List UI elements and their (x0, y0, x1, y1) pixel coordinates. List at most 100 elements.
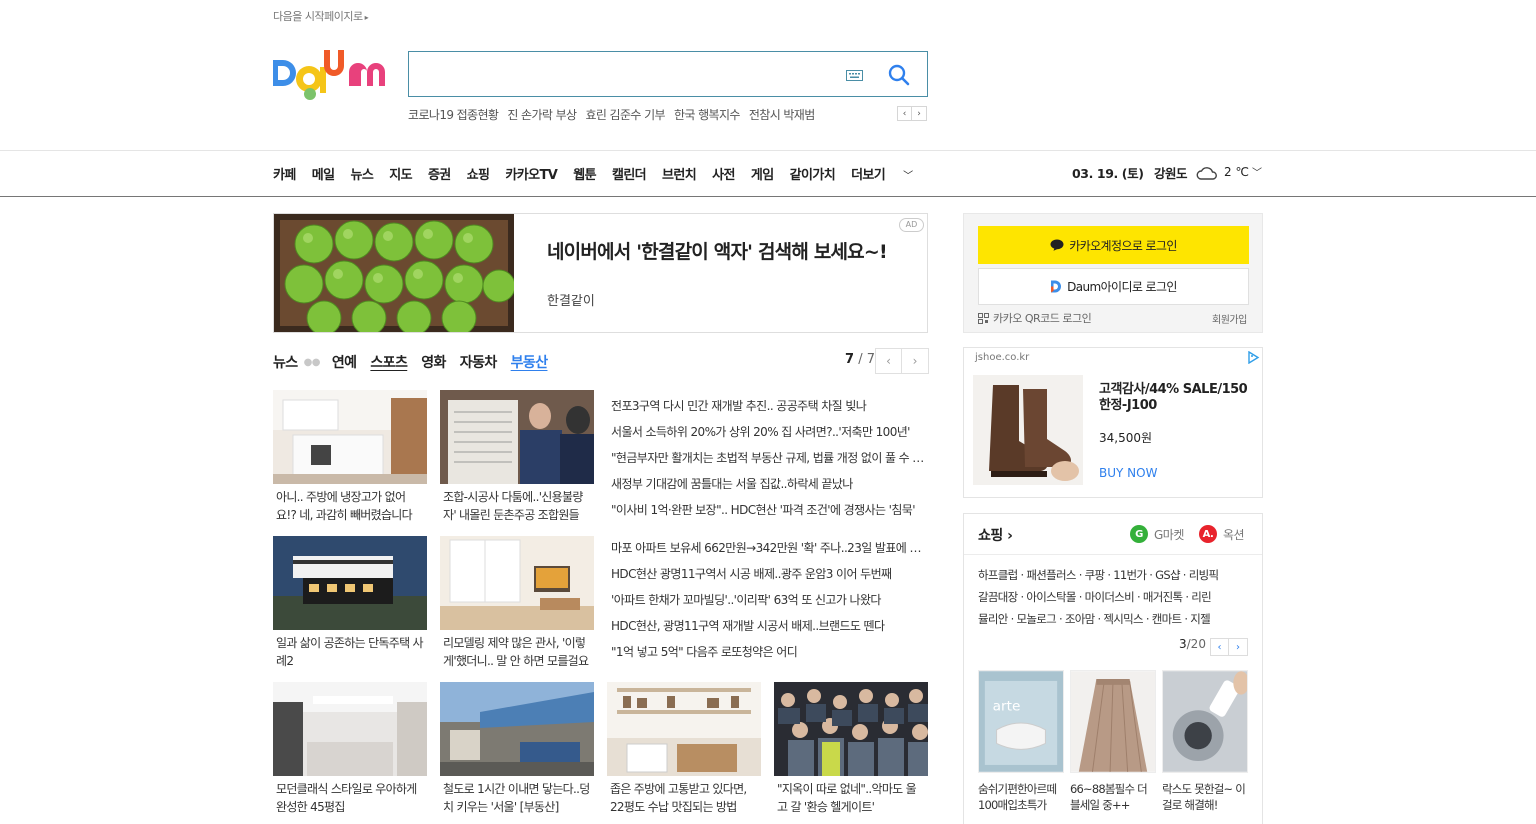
product-image-drain (1162, 670, 1249, 773)
headline-link[interactable]: 서울서 소득하위 20%가 상위 20% 집 사려면?..'저축만 100년' (611, 419, 927, 445)
nav-stock[interactable]: 증권 (428, 164, 451, 183)
news-card[interactable]: 조합-시공사 다툼에..'신용불량자' 내몰린 둔촌주공 조합원들 (440, 390, 594, 524)
buy-now-link[interactable]: BUY NOW (1099, 466, 1157, 480)
shopping-pager: 3/20 (1179, 637, 1206, 651)
headline-link[interactable]: "1억 넣고 5억" 다음주 로또청약은 어디 (611, 639, 927, 665)
shop-link-row[interactable]: 하프클럽 · 패션플러스 · 쿠팡 · 11번가 · GS샵 · 리빙픽 (978, 564, 1253, 586)
nav-more[interactable]: 더보기 ﹀ (851, 164, 929, 183)
nav-calendar[interactable]: 캘린더 (612, 164, 647, 183)
nav-webtoon[interactable]: 웹툰 (573, 164, 596, 183)
divider (0, 196, 1536, 197)
ad-image-apples (274, 214, 514, 332)
news-card[interactable]: 철도로 1시간 이내면 닿는다..덩치 키우는 '서울' [부동산] (440, 682, 594, 816)
chevron-left-icon[interactable]: ‹ (875, 348, 902, 374)
daum-logo[interactable] (273, 50, 391, 100)
daum-logo-icon (273, 50, 385, 100)
trending-keyword[interactable]: 효린 김준수 기부 (585, 108, 665, 122)
nav-shopping[interactable]: 쇼핑 (467, 164, 490, 183)
chevron-down-icon[interactable]: ﹀ (1252, 164, 1262, 179)
tab-entertainment[interactable]: 연예 (332, 352, 357, 372)
daum-login-button[interactable]: Daum아이디로 로그인 (978, 268, 1249, 305)
headline-link[interactable]: "현금부자만 활개치는 초법적 부동산 규제, 법률 개정 없이 풀 수 있다" (611, 445, 927, 471)
shop-link-row[interactable]: 뮬리안 · 모놀로그 · 조아맘 · 젝시믹스 · 캔마트 · 지젤 (978, 608, 1253, 630)
chevron-right-icon[interactable]: › (912, 106, 927, 121)
nav-dictionary[interactable]: 사전 (712, 164, 735, 183)
trending-nav: ‹ › (897, 106, 927, 121)
tab-movie[interactable]: 영화 (421, 352, 446, 372)
shop-link-row[interactable]: 갈끔대장 · 아이스탁몰 · 마이더스비 · 매거진톡 · 리린 (978, 586, 1253, 608)
shopping-product[interactable]: 락스도 못한걸~ 이걸로 해결해! (1162, 670, 1249, 813)
news-tabs: 뉴스 ●● 연예 스포츠 영화 자동차 부동산 (273, 352, 561, 372)
nav-game[interactable]: 게임 (751, 164, 774, 183)
search-input[interactable] (421, 62, 831, 86)
nav-brunch[interactable]: 브런치 (662, 164, 697, 183)
tab-realestate[interactable]: 부동산 (511, 352, 548, 372)
nav-mail[interactable]: 메일 (312, 164, 335, 183)
ad-badge: AD (899, 218, 924, 232)
triangle-right-icon: ▸ (364, 13, 369, 22)
product-ad[interactable]: jshoe.co.kr 고객감사/44% SALE/150한정-J100 34,… (963, 347, 1263, 498)
chevron-left-icon[interactable]: ‹ (897, 106, 912, 121)
product-price: 34,500원 (1099, 431, 1153, 445)
headline-link[interactable]: HDC현산 광명11구역서 시공 배제..광주 운암3 이어 두번째 (611, 561, 927, 587)
search-icon[interactable] (887, 63, 911, 87)
nav-kakaotv[interactable]: 카카오TV (505, 164, 557, 183)
trending-keyword[interactable]: 전참시 박재범 (749, 108, 815, 122)
news-card[interactable]: 모던클래식 스타일로 우아하게 완성한 45평집 (273, 682, 427, 816)
speech-bubble-icon (1050, 239, 1064, 251)
shopping-box: 쇼핑 › G G마켓 A. 옥션 하프클럽 · 패션플러스 · 쿠팡 · 11번가 … (963, 513, 1263, 824)
news-thumbnail (607, 682, 761, 776)
shopping-product[interactable]: arte 숨쉬기편한아르떼100매입초특가 (978, 670, 1064, 813)
headline-link[interactable]: 마포 아파트 보유세 662만원→342만원 '확' 주나..23일 발표에 촉… (611, 535, 927, 561)
headline-link[interactable]: 전포3구역 다시 민간 재개발 추진.. 공공주택 차질 빚나 (611, 393, 927, 419)
gmarket-link[interactable]: G G마켓 (1130, 525, 1184, 543)
news-card[interactable]: 좁은 주방에 고통받고 있다면, 22평도 수납 맛집되는 방법 (607, 682, 761, 816)
adchoices-icon[interactable] (1247, 351, 1260, 364)
trending-keyword[interactable]: 코로나19 접종현황 (408, 108, 499, 122)
headline-link[interactable]: "이사비 1억·완판 보장".. HDC현산 '파격 조건'에 경쟁사는 '침묵… (611, 497, 927, 523)
headline-link[interactable]: '아파트 한채가 꼬마빌딩'..'이리팍' 63억 또 신고가 나왔다 (611, 587, 927, 613)
product-caption: 66~88봄필수 더블세일 중++ (1070, 782, 1148, 812)
qr-code-icon (978, 312, 989, 324)
news-thumbnail (440, 390, 594, 484)
login-box: 카카오계정으로 로그인 Daum아이디로 로그인 카카오 QR코드 로그인 회원… (963, 213, 1263, 333)
tab-sports[interactable]: 스포츠 (370, 352, 407, 372)
chevron-right-icon[interactable]: › (1229, 638, 1248, 656)
chevron-right-icon[interactable]: › (902, 348, 929, 374)
kakao-login-button[interactable]: 카카오계정으로 로그인 (978, 226, 1249, 264)
news-caption: 철도로 1시간 이내면 닿는다..덩치 키우는 '서울' [부동산] (443, 782, 590, 814)
auction-link[interactable]: A. 옥션 (1199, 525, 1245, 543)
news-card[interactable]: 일과 삶이 공존하는 단독주택 사례2 (273, 536, 427, 670)
headline-link[interactable]: HDC현산, 광명11구역 재개발 시공서 배제..브랜드도 뗀다 (611, 613, 927, 639)
nav-news[interactable]: 뉴스 (350, 164, 373, 183)
product-title: 고객감사/44% SALE/150한정-J100 (1099, 382, 1248, 413)
search-box (408, 51, 928, 97)
weather-region[interactable]: 강원도 (1154, 163, 1188, 182)
news-pager-nav: ‹ › (875, 348, 929, 374)
ad-banner[interactable]: 네이버에서 '한결같이 액자' 검색해 보세요~! 한결같이 AD (273, 213, 928, 333)
qr-login-link[interactable]: 카카오 QR코드 로그인 (978, 310, 1092, 326)
gmarket-icon: G (1130, 525, 1148, 543)
headline-link[interactable]: 새정부 기대감에 꿈틀대는 서울 집값..하락세 끝났나 (611, 471, 927, 497)
product-image-boots (973, 375, 1083, 485)
nav-map[interactable]: 지도 (389, 164, 412, 183)
tab-car[interactable]: 자동차 (460, 352, 497, 372)
dots-icon: ●● (303, 356, 321, 368)
svg-text:arte: arte (993, 698, 1021, 714)
trending-keyword[interactable]: 한국 행복지수 (674, 108, 740, 122)
tab-news[interactable]: 뉴스 (273, 352, 298, 372)
trending-keyword[interactable]: 진 손가락 부상 (507, 108, 577, 122)
ad-title: 네이버에서 '한결같이 액자' 검색해 보세요~! (547, 241, 888, 263)
shopping-product[interactable]: 66~88봄필수 더블세일 중++ (1070, 670, 1156, 813)
start-page-link[interactable]: 다음을 시작페이지로 ▸ (273, 8, 369, 24)
news-card[interactable]: 아니.. 주방에 냉장고가 없어요!? 네, 과감히 빼버렸습니다 (273, 390, 427, 524)
join-link[interactable]: 회원가입 (1212, 311, 1247, 326)
news-card[interactable]: "지옥이 따로 없네"..악마도 울고 갈 '환승 헬게이트' (774, 682, 928, 816)
chevron-left-icon[interactable]: ‹ (1210, 638, 1229, 656)
nav-together[interactable]: 같이가치 (790, 164, 836, 183)
news-card[interactable]: 리모델링 제약 많은 관사, '이렇게'했더니.. 말 안 하면 모를걸요 (440, 536, 594, 670)
shopping-title[interactable]: 쇼핑 › (978, 525, 1013, 545)
daum-d-icon (1051, 280, 1062, 293)
nav-cafe[interactable]: 카페 (273, 164, 296, 183)
keyboard-icon[interactable] (846, 70, 863, 81)
